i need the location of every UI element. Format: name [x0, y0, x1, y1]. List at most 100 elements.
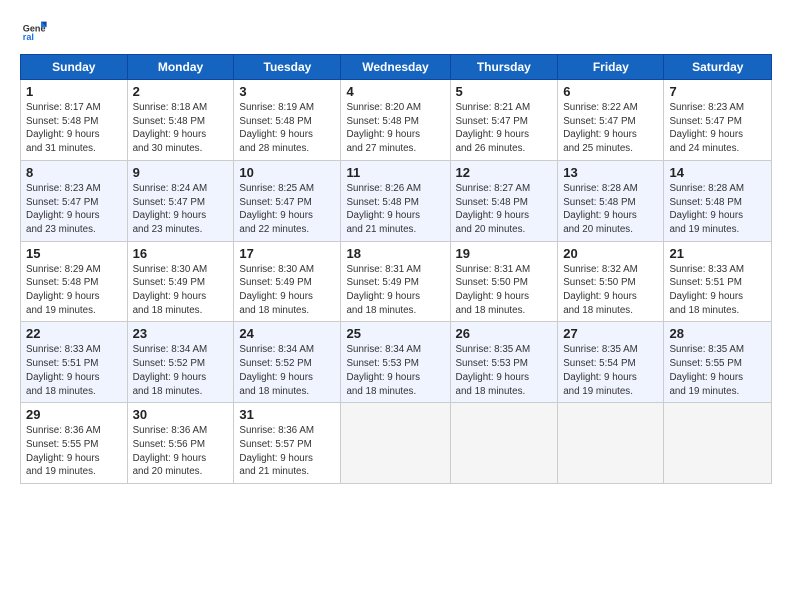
calendar-cell: 1 Sunrise: 8:17 AM Sunset: 5:48 PM Daylig…	[21, 80, 128, 161]
day-number: 19	[456, 246, 553, 261]
day-info: Sunrise: 8:25 AM Sunset: 5:47 PM Dayligh…	[239, 182, 335, 237]
day-number: 17	[239, 246, 335, 261]
calendar-cell: 14 Sunrise: 8:28 AM Sunset: 5:48 PM Dayli…	[664, 160, 772, 241]
day-info: Sunrise: 8:35 AM Sunset: 5:53 PM Dayligh…	[456, 343, 553, 398]
calendar-header-row: Sunday Monday Tuesday Wednesday Thursday…	[21, 55, 772, 80]
calendar-week-row: 8 Sunrise: 8:23 AM Sunset: 5:47 PM Daylig…	[21, 160, 772, 241]
day-number: 15	[26, 246, 122, 261]
day-number: 8	[26, 165, 122, 180]
day-info: Sunrise: 8:36 AM Sunset: 5:55 PM Dayligh…	[26, 424, 122, 479]
day-info: Sunrise: 8:29 AM Sunset: 5:48 PM Dayligh…	[26, 263, 122, 318]
calendar-cell: 19Sunrise: 8:31 AM Sunset: 5:50 PM Dayli…	[450, 241, 558, 322]
day-number: 11	[346, 165, 444, 180]
day-info: Sunrise: 8:26 AM Sunset: 5:48 PM Dayligh…	[346, 182, 444, 237]
day-number: 25	[346, 326, 444, 341]
day-info: Sunrise: 8:23 AM Sunset: 5:47 PM Dayligh…	[669, 101, 766, 156]
day-number: 5	[456, 84, 553, 99]
day-info: Sunrise: 8:28 AM Sunset: 5:48 PM Dayligh…	[669, 182, 766, 237]
day-info: Sunrise: 8:35 AM Sunset: 5:54 PM Dayligh…	[563, 343, 658, 398]
day-number: 29	[26, 407, 122, 422]
calendar-cell	[664, 403, 772, 484]
day-number: 12	[456, 165, 553, 180]
day-info: Sunrise: 8:34 AM Sunset: 5:52 PM Dayligh…	[133, 343, 229, 398]
day-number: 13	[563, 165, 658, 180]
calendar-cell: 4 Sunrise: 8:20 AM Sunset: 5:48 PM Daylig…	[341, 80, 450, 161]
day-info: Sunrise: 8:18 AM Sunset: 5:48 PM Dayligh…	[133, 101, 229, 156]
day-info: Sunrise: 8:30 AM Sunset: 5:49 PM Dayligh…	[133, 263, 229, 318]
calendar-cell: 3 Sunrise: 8:19 AM Sunset: 5:48 PM Daylig…	[234, 80, 341, 161]
calendar-cell: 18 Sunrise: 8:31 AM Sunset: 5:49 PM Dayli…	[341, 241, 450, 322]
calendar-cell: 17 Sunrise: 8:30 AM Sunset: 5:49 PM Dayli…	[234, 241, 341, 322]
logo: Gene ral	[20, 16, 50, 44]
day-number: 16	[133, 246, 229, 261]
day-number: 3	[239, 84, 335, 99]
calendar-cell: 22 Sunrise: 8:33 AM Sunset: 5:51 PM Dayli…	[21, 322, 128, 403]
day-info: Sunrise: 8:22 AM Sunset: 5:47 PM Dayligh…	[563, 101, 658, 156]
day-number: 30	[133, 407, 229, 422]
page-header: Gene ral	[20, 16, 772, 44]
day-number: 18	[346, 246, 444, 261]
calendar-cell: 11 Sunrise: 8:26 AM Sunset: 5:48 PM Dayli…	[341, 160, 450, 241]
calendar-cell: 6 Sunrise: 8:22 AM Sunset: 5:47 PM Daylig…	[558, 80, 664, 161]
day-info: Sunrise: 8:31 AM Sunset: 5:49 PM Dayligh…	[346, 263, 444, 318]
day-number: 31	[239, 407, 335, 422]
svg-text:ral: ral	[23, 32, 34, 42]
day-info: Sunrise: 8:34 AM Sunset: 5:52 PM Dayligh…	[239, 343, 335, 398]
calendar-cell: 23 Sunrise: 8:34 AM Sunset: 5:52 PM Dayli…	[127, 322, 234, 403]
day-number: 1	[26, 84, 122, 99]
day-info: Sunrise: 8:34 AM Sunset: 5:53 PM Dayligh…	[346, 343, 444, 398]
day-number: 22	[26, 326, 122, 341]
day-number: 20	[563, 246, 658, 261]
calendar-cell	[450, 403, 558, 484]
calendar-cell: 15 Sunrise: 8:29 AM Sunset: 5:48 PM Dayli…	[21, 241, 128, 322]
day-info: Sunrise: 8:19 AM Sunset: 5:48 PM Dayligh…	[239, 101, 335, 156]
calendar-cell: 21 Sunrise: 8:33 AM Sunset: 5:51 PM Dayli…	[664, 241, 772, 322]
day-number: 23	[133, 326, 229, 341]
day-number: 2	[133, 84, 229, 99]
calendar-cell: 2 Sunrise: 8:18 AM Sunset: 5:48 PM Daylig…	[127, 80, 234, 161]
day-info: Sunrise: 8:36 AM Sunset: 5:57 PM Dayligh…	[239, 424, 335, 479]
calendar-cell: 13 Sunrise: 8:28 AM Sunset: 5:48 PM Dayli…	[558, 160, 664, 241]
day-number: 28	[669, 326, 766, 341]
day-number: 7	[669, 84, 766, 99]
calendar-cell: 9Sunrise: 8:24 AM Sunset: 5:47 PM Daylig…	[127, 160, 234, 241]
day-info: Sunrise: 8:32 AM Sunset: 5:50 PM Dayligh…	[563, 263, 658, 318]
day-number: 6	[563, 84, 658, 99]
day-info: Sunrise: 8:20 AM Sunset: 5:48 PM Dayligh…	[346, 101, 444, 156]
day-info: Sunrise: 8:21 AM Sunset: 5:47 PM Dayligh…	[456, 101, 553, 156]
calendar-table: Sunday Monday Tuesday Wednesday Thursday…	[20, 54, 772, 484]
day-number: 9	[133, 165, 229, 180]
day-info: Sunrise: 8:35 AM Sunset: 5:55 PM Dayligh…	[669, 343, 766, 398]
day-number: 4	[346, 84, 444, 99]
calendar-cell: 7 Sunrise: 8:23 AM Sunset: 5:47 PM Daylig…	[664, 80, 772, 161]
day-number: 21	[669, 246, 766, 261]
calendar-cell: 8 Sunrise: 8:23 AM Sunset: 5:47 PM Daylig…	[21, 160, 128, 241]
calendar-cell: 31 Sunrise: 8:36 AM Sunset: 5:57 PM Dayli…	[234, 403, 341, 484]
day-info: Sunrise: 8:33 AM Sunset: 5:51 PM Dayligh…	[669, 263, 766, 318]
calendar-cell: 27Sunrise: 8:35 AM Sunset: 5:54 PM Dayli…	[558, 322, 664, 403]
col-saturday: Saturday	[664, 55, 772, 80]
calendar-cell: 28 Sunrise: 8:35 AM Sunset: 5:55 PM Dayli…	[664, 322, 772, 403]
calendar-cell: 24 Sunrise: 8:34 AM Sunset: 5:52 PM Dayli…	[234, 322, 341, 403]
calendar-cell: 30Sunrise: 8:36 AM Sunset: 5:56 PM Dayli…	[127, 403, 234, 484]
calendar-week-row: 15 Sunrise: 8:29 AM Sunset: 5:48 PM Dayli…	[21, 241, 772, 322]
day-info: Sunrise: 8:27 AM Sunset: 5:48 PM Dayligh…	[456, 182, 553, 237]
calendar-cell: 26 Sunrise: 8:35 AM Sunset: 5:53 PM Dayli…	[450, 322, 558, 403]
day-info: Sunrise: 8:30 AM Sunset: 5:49 PM Dayligh…	[239, 263, 335, 318]
col-monday: Monday	[127, 55, 234, 80]
calendar-cell: 12 Sunrise: 8:27 AM Sunset: 5:48 PM Dayli…	[450, 160, 558, 241]
day-number: 24	[239, 326, 335, 341]
day-info: Sunrise: 8:23 AM Sunset: 5:47 PM Dayligh…	[26, 182, 122, 237]
calendar-week-row: 22 Sunrise: 8:33 AM Sunset: 5:51 PM Dayli…	[21, 322, 772, 403]
day-info: Sunrise: 8:28 AM Sunset: 5:48 PM Dayligh…	[563, 182, 658, 237]
calendar-cell: 29 Sunrise: 8:36 AM Sunset: 5:55 PM Dayli…	[21, 403, 128, 484]
day-info: Sunrise: 8:33 AM Sunset: 5:51 PM Dayligh…	[26, 343, 122, 398]
logo-icon: Gene ral	[20, 16, 48, 44]
calendar-cell	[341, 403, 450, 484]
calendar-cell: 16 Sunrise: 8:30 AM Sunset: 5:49 PM Dayli…	[127, 241, 234, 322]
calendar-week-row: 1 Sunrise: 8:17 AM Sunset: 5:48 PM Daylig…	[21, 80, 772, 161]
day-info: Sunrise: 8:17 AM Sunset: 5:48 PM Dayligh…	[26, 101, 122, 156]
day-number: 26	[456, 326, 553, 341]
day-number: 14	[669, 165, 766, 180]
col-tuesday: Tuesday	[234, 55, 341, 80]
